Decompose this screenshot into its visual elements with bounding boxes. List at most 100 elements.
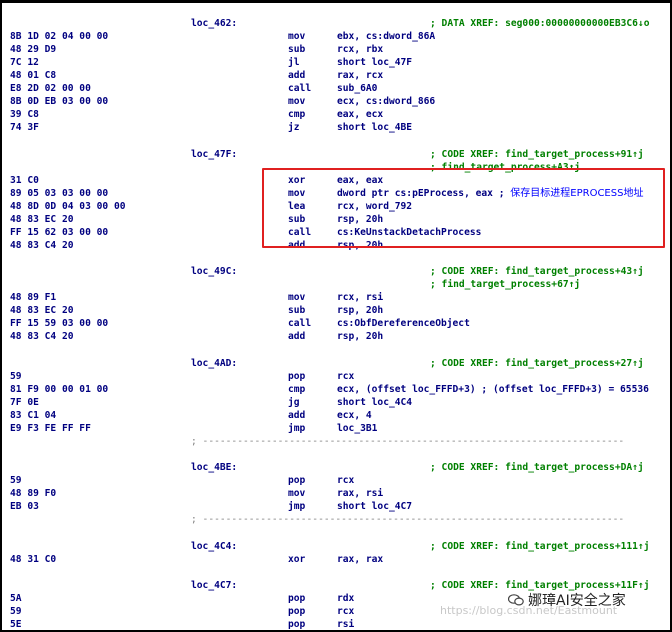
mnemonic: jl (288, 57, 300, 68)
code-label-row[interactable]: loc_47F: ; CODE XREF: find_target_process… (2, 148, 670, 161)
code-label: loc_47F: (191, 149, 238, 160)
xref-comment: ; CODE XREF: find_target_process+111↑j (430, 541, 650, 552)
instruction-row[interactable]: 48 89 F1 mov rcx, rsi (2, 291, 670, 304)
mnemonic: pop (288, 475, 306, 486)
instruction-row[interactable]: EB 03 jmp short loc_4C7 (2, 500, 670, 513)
opcode-bytes: 83 C1 04 (10, 410, 57, 421)
instruction-row[interactable] (2, 526, 670, 539)
opcode-bytes: 39 C8 (10, 109, 39, 120)
operands: loc_3B1 (337, 423, 378, 434)
code-label-row[interactable]: loc_4C4: ; CODE XREF: find_target_process… (2, 540, 670, 553)
opcode-bytes: 48 89 F1 (10, 292, 57, 303)
mnemonic: mov (288, 488, 306, 499)
instruction-row[interactable]: 8B 1D 02 04 00 00 mov ebx, cs:dword_86A (2, 30, 670, 43)
instruction-row[interactable]: ; find_target_process+67↑j (2, 278, 670, 291)
operands: rsp, 20h (337, 305, 384, 316)
operands: ebx, cs:dword_86A (337, 31, 436, 42)
instruction-row[interactable]: 48 89 F0 mov rax, rsi (2, 487, 670, 500)
opcode-bytes: 48 89 F0 (10, 488, 57, 499)
xref-comment: ; CODE XREF: find_target_process+27↑j (430, 358, 644, 369)
operands: short loc_47F (337, 57, 413, 68)
instruction-row[interactable] (2, 134, 670, 147)
mnemonic: add (288, 70, 306, 81)
instruction-row[interactable]: 48 83 C4 20 add rsp, 20h (2, 330, 670, 343)
xref-comment: ; DATA XREF: seg000:00000000000EB3C6↓o (430, 18, 650, 29)
separator-row[interactable]: ; --------------------------------------… (2, 513, 670, 526)
operands: short loc_4C7 (337, 501, 413, 512)
instruction-row[interactable]: 7F 0E jg short loc_4C4 (2, 396, 670, 409)
opcode-bytes: 81 F9 00 00 01 00 (10, 384, 109, 395)
opcode-bytes: 5E (10, 619, 22, 630)
code-label-row[interactable]: loc_4BE: ; CODE XREF: find_target_process… (2, 461, 670, 474)
instruction-row[interactable]: 8B 0D EB 03 00 00 mov ecx, cs:dword_866 (2, 95, 670, 108)
instruction-row[interactable]: 48 31 C0 xor rax, rax (2, 553, 670, 566)
opcode-bytes: FF 15 62 03 00 00 (10, 227, 109, 238)
opcode-bytes: 89 05 03 03 00 00 (10, 188, 109, 199)
opcode-bytes: 8B 1D 02 04 00 00 (10, 31, 109, 42)
separator-line: ; --------------------------------------… (191, 436, 625, 447)
opcode-bytes: 48 29 D9 (10, 44, 57, 55)
instruction-row[interactable] (2, 448, 670, 461)
mnemonic: mov (288, 31, 306, 42)
instruction-row[interactable] (2, 252, 670, 265)
xref-comment: ; CODE XREF: find_target_process+43↑j (430, 266, 644, 277)
mnemonic: pop (288, 593, 306, 604)
instruction-row[interactable]: 48 83 EC 20 sub rsp, 20h (2, 304, 670, 317)
mnemonic: pop (288, 371, 306, 382)
operands: ecx, cs:dword_866 (337, 96, 436, 107)
separator-row[interactable]: ; --------------------------------------… (2, 435, 670, 448)
operands: short loc_4C4 (337, 397, 413, 408)
opcode-bytes: FF 15 59 03 00 00 (10, 318, 109, 329)
operands: rcx, rbx (337, 44, 384, 55)
opcode-bytes: 48 83 EC 20 (10, 214, 74, 225)
operands: eax, ecx (337, 109, 384, 120)
instruction-row[interactable]: 48 01 C8 add rax, rcx (2, 69, 670, 82)
mnemonic: jg (288, 397, 300, 408)
instruction-row[interactable] (2, 343, 670, 356)
mnemonic: sub (288, 44, 306, 55)
opcode-bytes: 59 (10, 475, 22, 486)
opcode-bytes: 8B 0D EB 03 00 00 (10, 96, 109, 107)
instruction-row[interactable]: FF 15 59 03 00 00 call cs:ObfDereferenceOb… (2, 317, 670, 330)
instruction-row[interactable]: 59 pop rcx (2, 474, 670, 487)
operands: ecx, (offset loc_FFFD+3) ; (offset loc_F… (337, 384, 649, 395)
code-label-row[interactable]: loc_462: ; DATA XREF: seg000:00000000000E… (2, 17, 670, 30)
mnemonic: cmp (288, 384, 306, 395)
instruction-row[interactable]: 48 29 D9 sub rcx, rbx (2, 43, 670, 56)
instruction-row[interactable]: 39 C8 cmp eax, ecx (2, 108, 670, 121)
operands: rsi (337, 619, 355, 630)
mnemonic: cmp (288, 109, 306, 120)
code-label-row[interactable]: loc_49C: ; CODE XREF: find_target_process… (2, 265, 670, 278)
instruction-row[interactable]: 59 pop rcx (2, 370, 670, 383)
opcode-bytes: 31 C0 (10, 175, 39, 186)
instruction-row[interactable]: 83 C1 04 add ecx, 4 (2, 409, 670, 422)
opcode-bytes: 59 (10, 371, 22, 382)
mnemonic: sub (288, 305, 306, 316)
operands: rcx (337, 371, 355, 382)
mnemonic: add (288, 410, 306, 421)
instruction-row[interactable]: E8 2D 02 00 00 call sub_6A0 (2, 82, 670, 95)
instruction-row[interactable] (2, 566, 670, 579)
opcode-bytes: 59 (10, 606, 22, 617)
wechat-icon (508, 594, 524, 606)
opcode-bytes: E9 F3 FE FF FF (10, 423, 91, 434)
opcode-bytes: 48 31 C0 (10, 554, 57, 565)
opcode-bytes: EB 03 (10, 501, 39, 512)
operands: sub_6A0 (337, 83, 378, 94)
instruction-row[interactable]: 74 3F jz short loc_4BE (2, 121, 670, 134)
code-label: loc_462: (191, 18, 238, 29)
code-label-row[interactable]: loc_4AD: ; CODE XREF: find_target_process… (2, 357, 670, 370)
operands: rsp, 20h (337, 331, 384, 342)
instruction-row[interactable]: E9 F3 FE FF FF jmp loc_3B1 (2, 422, 670, 435)
instruction-row[interactable]: 81 F9 00 00 01 00 cmp ecx, (offset loc_FFF… (2, 383, 670, 396)
opcode-bytes: 48 83 C4 20 (10, 331, 74, 342)
mnemonic: pop (288, 606, 306, 617)
opcode-bytes: 5A (10, 593, 22, 604)
watermark: 娜璋AI安全之家 (508, 590, 626, 610)
opcode-bytes: 74 3F (10, 122, 39, 133)
instruction-row[interactable]: 7C 12 jl short loc_47F (2, 56, 670, 69)
disassembly-view[interactable]: loc_462: ; DATA XREF: seg000:00000000000E… (0, 0, 672, 632)
xref-comment: ; CODE XREF: find_target_process+DA↑j (430, 462, 644, 473)
instruction-row[interactable]: 5E pop rsi (2, 618, 670, 630)
opcode-bytes: 48 8D 0D 04 03 00 00 (10, 201, 126, 212)
